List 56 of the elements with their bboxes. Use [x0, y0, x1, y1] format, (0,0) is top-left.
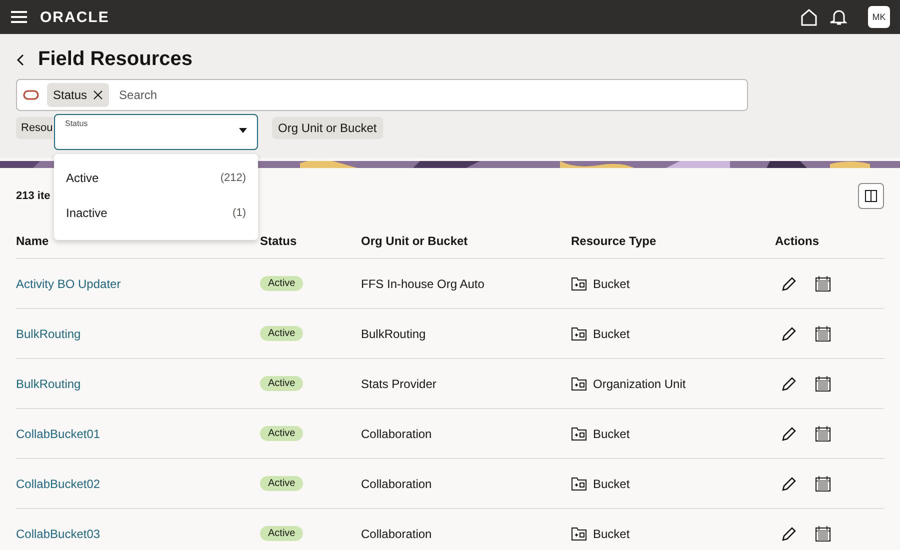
resource-link[interactable]: CollabBucket03	[16, 526, 100, 540]
status-badge: Active	[260, 326, 304, 341]
table-cell: Bucket	[593, 276, 630, 290]
brand-logo: ORACLE	[40, 8, 110, 26]
folder-icon	[571, 426, 587, 440]
folder-icon	[571, 476, 587, 490]
resource-link[interactable]: Activity BO Updater	[16, 276, 121, 290]
resource-link[interactable]: BulkRouting	[16, 376, 81, 390]
folder-icon	[571, 276, 587, 290]
status-select[interactable]: Status	[54, 114, 258, 150]
table-cell: Organization Unit	[593, 376, 686, 390]
table-cell: Collaboration	[361, 526, 432, 540]
status-badge: Active	[260, 476, 304, 491]
back-icon[interactable]	[16, 54, 26, 66]
folder-icon	[571, 376, 587, 390]
status-badge: Active	[260, 526, 304, 541]
filter-chip[interactable]: Status	[47, 83, 110, 107]
resource-link[interactable]: CollabBucket01	[16, 426, 100, 440]
resource-link[interactable]: CollabBucket02	[16, 476, 100, 490]
folder-icon	[571, 326, 587, 340]
table-cell: Bucket	[593, 476, 630, 490]
column-header: Resource Type	[571, 224, 775, 259]
status-badge: Active	[260, 376, 304, 391]
close-icon[interactable]	[93, 90, 104, 100]
bell-icon[interactable]	[830, 8, 848, 26]
resource-link[interactable]: BulkRouting	[16, 326, 81, 340]
table-cell: BulkRouting	[361, 326, 426, 340]
table-cell: Bucket	[593, 326, 630, 340]
table-cell: Stats Provider	[361, 376, 436, 390]
caret-icon	[239, 128, 247, 133]
option-count: (1)	[232, 206, 246, 218]
menu-icon[interactable]	[10, 10, 28, 24]
page-title: Field Resources	[38, 48, 193, 71]
home-icon[interactable]	[800, 8, 818, 26]
table-cell: Collaboration	[361, 476, 432, 490]
oracle-icon	[23, 90, 39, 100]
filter-button[interactable]: Org Unit or Bucket	[272, 117, 383, 139]
option-count: (212)	[220, 172, 246, 184]
user-avatar[interactable]: MK	[868, 6, 890, 28]
folder-icon	[571, 526, 587, 540]
panel-icon	[865, 190, 877, 202]
column-header: Status	[260, 224, 361, 259]
column-header: Org Unit or Bucket	[361, 224, 571, 259]
table-cell: Collaboration	[361, 426, 432, 440]
item-count: 213 ite	[16, 190, 50, 202]
panel-toggle-button[interactable]	[858, 183, 884, 209]
search-field[interactable]: Status Search	[16, 79, 748, 111]
table-cell: Bucket	[593, 426, 630, 440]
table-cell: FFS In-house Org Auto	[361, 276, 484, 290]
status-badge: Active	[260, 276, 304, 291]
option-label[interactable]: Inactive	[66, 206, 108, 220]
column-header: Actions	[775, 224, 884, 259]
status-badge: Active	[260, 426, 304, 441]
table-cell: Bucket	[593, 526, 630, 540]
option-label[interactable]: Active	[66, 170, 99, 184]
filter-button[interactable]: Resou	[16, 117, 53, 139]
